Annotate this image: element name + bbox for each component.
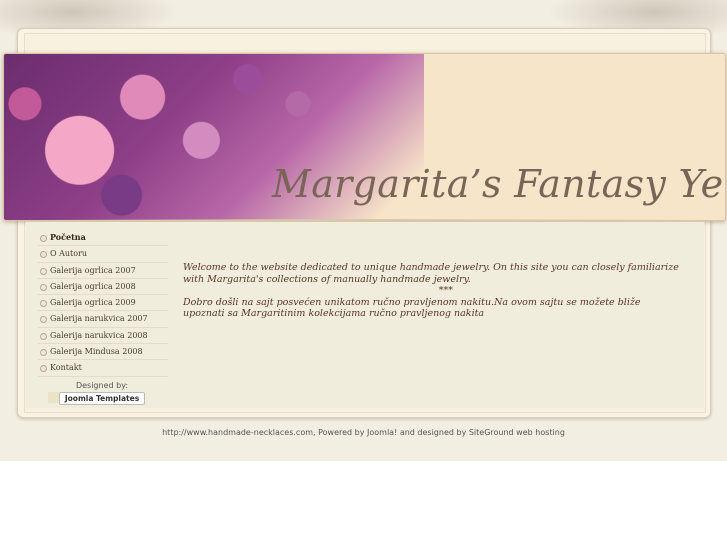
bullet-icon	[40, 349, 47, 357]
bullet-icon	[40, 332, 47, 340]
bullet-icon	[40, 316, 47, 324]
menu-item-galerija-ogrlica-2008[interactable]: Galerija ogrlica 2008	[38, 279, 168, 296]
header-banner: Margarita’s Fantasy Yewellry	[3, 53, 726, 221]
designed-by: Designed by: Joomla Templates	[48, 381, 156, 405]
menu-item-o-autoru[interactable]: O Autoru	[38, 246, 168, 263]
bullet-icon	[40, 235, 47, 242]
menu-item-galerija-narukvica-2008[interactable]: Galerija narukvica 2008	[38, 328, 168, 345]
menu-item-kontakt[interactable]: Kontakt	[38, 360, 168, 377]
bullet-icon	[40, 267, 47, 275]
joomla-templates-button[interactable]: Joomla Templates	[58, 392, 146, 405]
designed-by-label: Designed by:	[75, 381, 129, 390]
main-menu: Početna O Autoru Galerija ogrlica 2007 G…	[38, 230, 168, 377]
intro-serbian: Dobro došli na sajt posvećen unikatom ru…	[183, 296, 641, 320]
intro-english: Welcome to the website dedicated to uniq…	[183, 262, 679, 285]
site-title: Margarita’s Fantasy Yewellry	[272, 162, 725, 206]
footer-text: http://www.handmade-necklaces.com, Power…	[162, 428, 565, 437]
menu-item-galerija-ogrlica-2009[interactable]: Galerija ogrlica 2009	[38, 295, 168, 312]
bullet-icon	[40, 283, 47, 291]
menu-item-galerija-narukvica-2007[interactable]: Galerija narukvica 2007	[38, 311, 168, 328]
main-content: Welcome to the website dedicated to uniq…	[183, 262, 683, 320]
menu-item-galerija-mindusa-2008[interactable]: Galerija Mindusa 2008	[38, 344, 168, 361]
menu-item-pocetna[interactable]: Početna	[38, 230, 168, 247]
bullet-icon	[40, 300, 47, 308]
bullet-icon	[40, 365, 47, 373]
bullet-icon	[40, 251, 47, 259]
menu-item-galerija-ogrlica-2007[interactable]: Galerija ogrlica 2007	[38, 263, 168, 279]
separator: ***	[438, 285, 453, 296]
